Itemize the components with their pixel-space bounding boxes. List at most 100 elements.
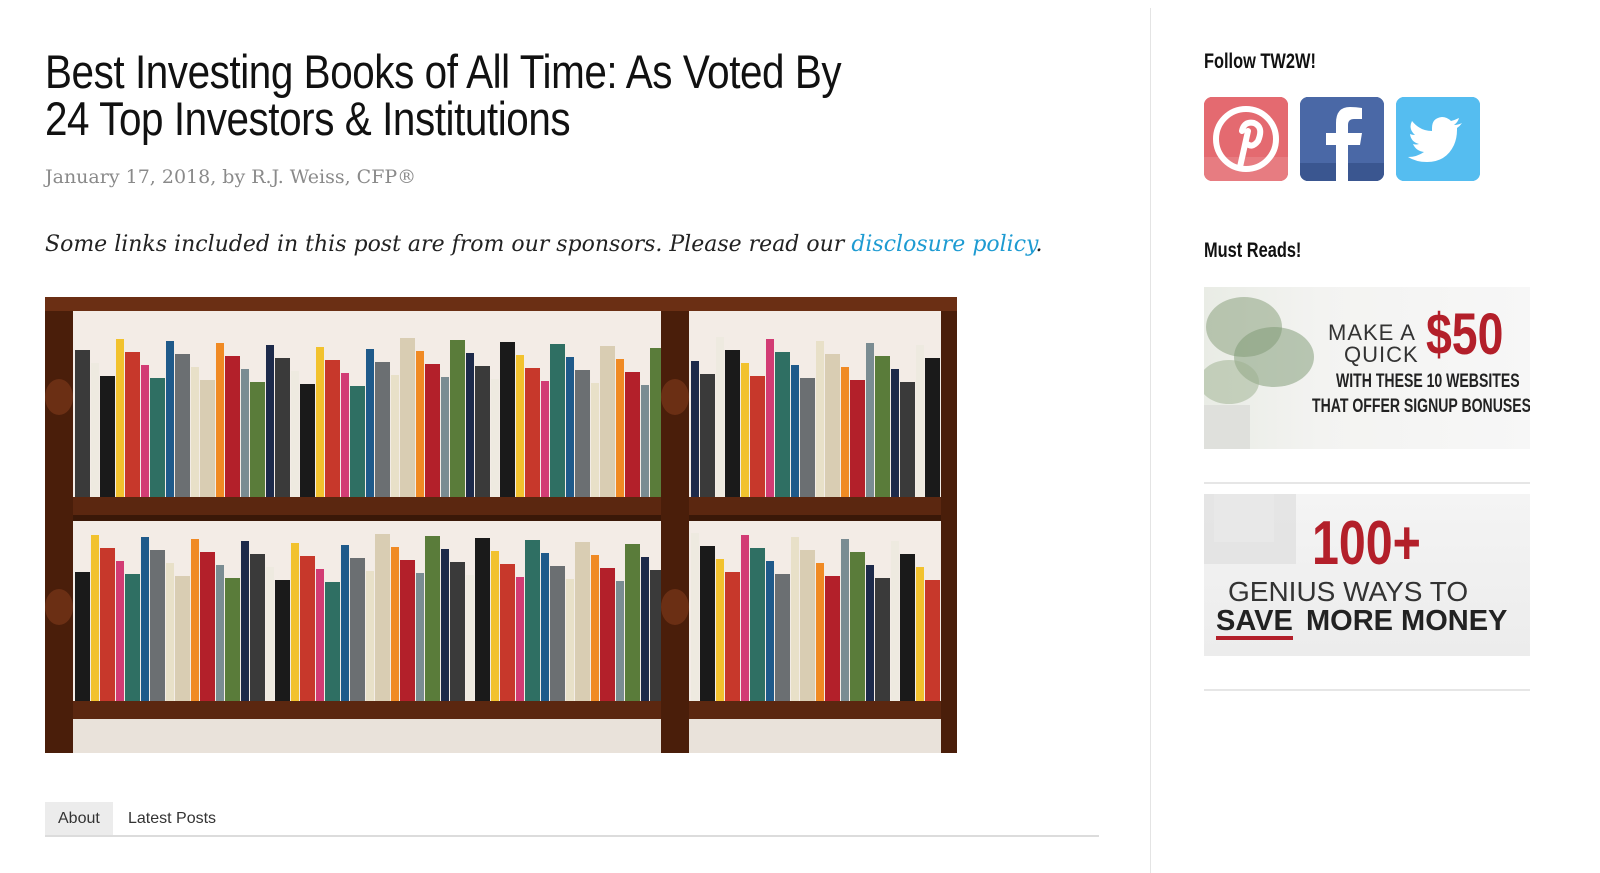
book-spine [525,368,540,497]
book-spine [716,559,724,701]
book-spine [641,557,649,701]
book-spine [825,576,840,701]
book-spine [366,349,374,497]
book-spine [925,358,940,497]
book-spine [900,382,915,497]
book-spine [225,356,240,497]
book-spine [500,564,515,701]
post-title: Best Investing Books of All Time: As Vot… [45,45,842,145]
book-spine [875,356,890,497]
book-spine [775,352,790,497]
promo2-line1: GENIUS WAYS TO [1228,576,1469,607]
book-spine [725,572,740,701]
book-spine [591,555,599,701]
book-spine [791,365,799,497]
promo-make-50[interactable]: MAKE A QUICK $50 WITH THESE 10 WEBSITES … [1204,287,1530,449]
book-spine [591,383,599,497]
book-spine [400,560,415,701]
book-spine [350,386,365,497]
book-spine [275,358,290,497]
book-spine [541,381,549,497]
book-spine [816,341,824,497]
book-spine [566,357,574,497]
book-spine [866,565,874,701]
book-spine [800,550,815,701]
book-spine [375,534,390,701]
book-spine [141,365,149,497]
tab-about[interactable]: About [45,802,113,835]
pinterest-icon [1204,97,1288,181]
disclosure-policy-link[interactable]: disclosure policy [851,232,1035,257]
book-spine [291,371,299,497]
book-spine [491,379,499,497]
tab-latest-posts[interactable]: Latest Posts [115,802,229,835]
book-spine [441,549,449,701]
book-spine [741,363,749,497]
book-spine [250,382,265,497]
book-spine [916,345,924,497]
book-spine [491,551,499,701]
book-spine [175,576,190,701]
book-spine [425,364,440,497]
promo1-amount: $50 [1426,302,1504,367]
book-spine [466,353,474,497]
promo2-number: 100+ [1312,509,1421,578]
book-spine [575,542,590,701]
book-spine [416,573,424,701]
book-spine [200,552,215,701]
book-spine [766,339,774,497]
book-spine [125,352,140,497]
book-spine [200,380,215,497]
book-spine [850,380,865,497]
book-spine [841,539,849,701]
book-spine [341,373,349,497]
pinterest-button[interactable] [1204,97,1288,181]
book-spine [800,378,815,497]
book-spine [891,369,899,497]
twitter-button[interactable] [1396,97,1480,181]
book-spine [391,375,399,497]
book-spine [916,567,924,701]
book-spine [775,574,790,701]
book-spine [616,359,624,497]
promo-save-money[interactable]: 100+ GENIUS WAYS TO SAVE MORE MONEY [1204,494,1530,656]
follow-widget-title: Follow TW2W! [1204,50,1316,73]
book-spine [291,543,299,701]
must-reads-title: Must Reads! [1204,239,1302,262]
post-meta: January 17, 2018, by R.J. Weiss, CFP® [45,166,417,188]
book-spine [541,553,549,701]
book-spine [500,342,515,497]
book-spine [391,547,399,701]
book-spine [566,579,574,701]
book-spine [475,538,490,701]
book-spine [275,580,290,701]
book-spine [600,346,615,497]
book-spine [75,350,90,497]
book-spine [466,575,474,701]
book-spine [816,563,824,701]
book-spine [875,578,890,701]
book-spine [325,582,340,701]
book-spine [616,581,624,701]
promo1-line2: THAT OFFER SIGNUP BONUSES [1312,396,1530,417]
promo2-save: SAVE [1216,606,1293,640]
book-spine [300,556,315,701]
book-spine [441,377,449,497]
disclosure-notice: Some links included in this post are fro… [45,232,1043,257]
book-spine [525,540,540,701]
book-spine [91,363,99,497]
twitter-icon [1396,97,1480,181]
book-spine [150,378,165,497]
book-spine [416,351,424,497]
book-spine [116,561,124,701]
book-spine [791,537,799,701]
book-spine [125,574,140,701]
book-spine [300,384,315,497]
book-spine [475,366,490,497]
book-spine [891,541,899,701]
book-spine [100,548,115,701]
book-spine [91,535,99,701]
facebook-button[interactable] [1300,97,1384,181]
book-spine [725,350,740,497]
book-spine [516,577,524,701]
